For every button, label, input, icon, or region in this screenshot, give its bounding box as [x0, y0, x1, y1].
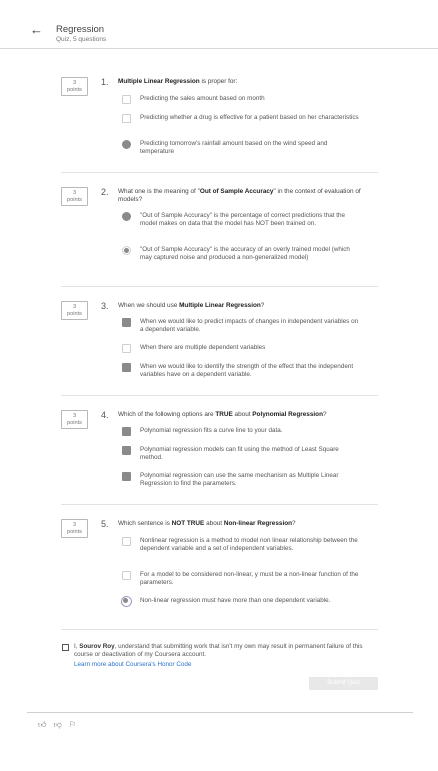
question-number: 4.: [101, 410, 109, 420]
checkbox[interactable]: [122, 344, 131, 353]
option-text: When there are multiple dependent variab…: [140, 344, 266, 351]
radio-button[interactable]: [122, 140, 131, 149]
question-text: Multiple Linear Regression is proper for…: [118, 78, 238, 85]
checkbox[interactable]: [122, 537, 131, 546]
honor-checkbox[interactable]: [62, 644, 69, 651]
question-number: 2.: [101, 187, 109, 197]
option-text: Polynomial regression fits a curve line …: [140, 427, 283, 434]
points-badge: 3 points: [61, 77, 88, 96]
footer-divider: [27, 712, 413, 713]
checkbox[interactable]: [122, 114, 131, 123]
radio-button[interactable]: [121, 596, 132, 607]
divider: [61, 172, 378, 173]
option-text: Predicting tomorrow's rainfall amount ba…: [140, 140, 328, 155]
points-badge: 3 points: [61, 410, 88, 429]
checkbox[interactable]: [122, 363, 131, 372]
option-text: For a model to be considered non-linear,…: [140, 571, 359, 586]
question-number: 5.: [101, 519, 109, 529]
divider: [61, 395, 378, 396]
option-text: Predicting whether a drug is effective f…: [140, 114, 359, 121]
question-text: What one is the meaning of "Out of Sampl…: [118, 188, 361, 203]
thumbs-down-icon[interactable]: 👎︎: [54, 720, 62, 730]
option-text: Polynomial regression can use the same m…: [140, 472, 339, 487]
option-text: Nonlinear regression is a method to mode…: [140, 537, 358, 552]
option-text: Predicting the sales amount based on mon…: [140, 95, 265, 102]
honor-code-link[interactable]: Learn more about Coursera's Honor Code: [74, 661, 191, 668]
checkbox[interactable]: [122, 427, 131, 436]
points-badge: 3 points: [61, 301, 88, 320]
quiz-header: ← Regression Quiz, 5 questions: [0, 0, 438, 49]
points-badge: 3 points: [61, 187, 88, 206]
option-text: When we would like to predict impacts of…: [140, 318, 359, 333]
option-text: "Out of Sample Accuracy" is the percenta…: [140, 212, 346, 227]
divider: [61, 504, 378, 505]
checkbox[interactable]: [122, 318, 131, 327]
arrow-left-icon[interactable]: ←: [30, 23, 43, 36]
thumbs-up-icon[interactable]: 👍︎: [38, 720, 46, 730]
question-number: 3.: [101, 301, 109, 311]
option-text: Polynomial regression models can fit usi…: [140, 446, 339, 461]
divider: [61, 286, 378, 287]
option-text: "Out of Sample Accuracy" is the accuracy…: [140, 246, 350, 261]
checkbox[interactable]: [122, 472, 131, 481]
submit-quiz-button[interactable]: Submit Quiz: [309, 677, 378, 690]
checkbox[interactable]: [122, 446, 131, 455]
divider: [61, 629, 378, 630]
option-text: Non-linear regression must have more tha…: [140, 597, 331, 604]
question-text: When we should use Multiple Linear Regre…: [118, 302, 265, 309]
radio-button[interactable]: [122, 212, 131, 221]
header-title-group: Regression Quiz, 5 questions: [56, 24, 106, 44]
radio-button[interactable]: [122, 246, 131, 255]
quiz-title: Regression: [56, 24, 105, 35]
option-text: When we would like to identify the stren…: [140, 363, 354, 378]
points-badge: 3 points: [61, 519, 88, 538]
footer-actions: 👍︎ 👎︎ ⚐: [38, 720, 81, 730]
question-number: 1.: [101, 77, 109, 87]
flag-icon[interactable]: ⚐: [69, 720, 76, 729]
checkbox[interactable]: [122, 95, 131, 104]
question-text: Which sentence is NOT TRUE about Non-lin…: [118, 520, 296, 527]
checkbox[interactable]: [122, 571, 131, 580]
quiz-subtitle: Quiz, 5 questions: [56, 36, 107, 43]
question-text: Which of the following options are TRUE …: [118, 411, 327, 418]
honor-statement: I, Sourov Roy, understand that submittin…: [74, 643, 363, 658]
